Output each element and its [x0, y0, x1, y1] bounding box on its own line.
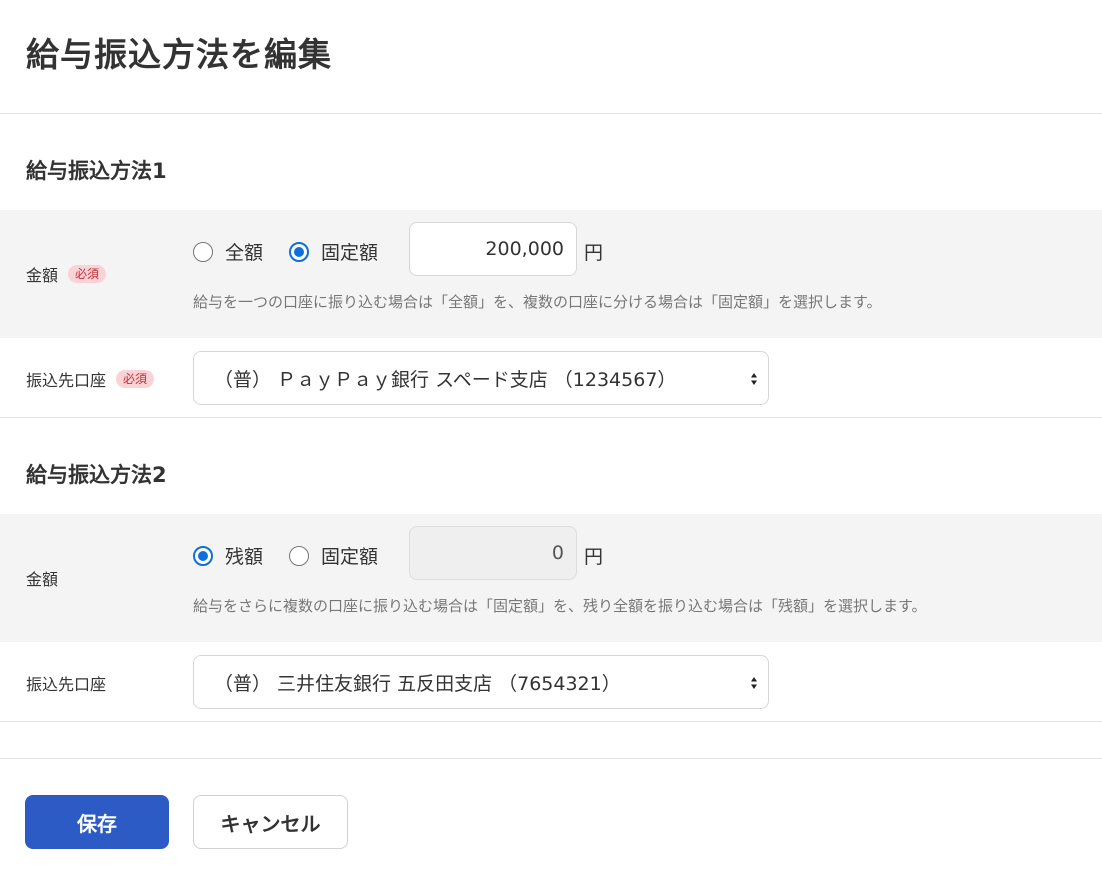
account-label-method-2: 振込先口座 — [26, 671, 106, 695]
radio-fixed-amount[interactable] — [289, 545, 310, 566]
radio-full-amount[interactable] — [193, 241, 213, 262]
up-down-arrows-icon — [751, 373, 757, 385]
radio-option-remaining-amount[interactable]: 残額 — [193, 542, 263, 569]
account-label-text: 振込先口座 — [26, 371, 107, 390]
account-label-text: 振込先口座 — [26, 675, 107, 694]
account-select-value-1: （普） ＰａｙＰａｙ銀行 スペード支店 （1234567） — [214, 368, 677, 391]
footer-divider — [0, 758, 1102, 759]
radio-option-fixed-amount[interactable]: 固定額 — [289, 542, 378, 569]
radio-option-full-amount[interactable]: 全額 — [193, 238, 263, 265]
radio-label-remaining-amount: 残額 — [225, 546, 264, 568]
currency-unit-1: 円 — [584, 242, 604, 264]
account-row-method-1: 振込先口座 必須 （普） ＰａｙＰａｙ銀行 スペード支店 （1234567） — [0, 338, 1102, 417]
amount-help-text-1: 給与を一つの口座に振り込む場合は「全額」を、複数の口座に分ける場合は「固定額」を… — [193, 293, 882, 311]
section-divider — [0, 721, 1102, 722]
amount-help-text-2: 給与をさらに複数の口座に振り込む場合は「固定額」を、残り全額を振り込む場合は「残… — [193, 597, 927, 615]
save-button[interactable]: 保存 — [25, 795, 169, 849]
amount-type-radio-group-2: 残額 固定額 — [193, 542, 404, 569]
radio-label-fixed-amount: 固定額 — [321, 242, 379, 264]
section-divider — [0, 417, 1102, 418]
radio-label-fixed-amount: 固定額 — [321, 546, 379, 568]
fixed-amount-input-1[interactable]: 200,000 — [409, 222, 577, 276]
amount-label-method-1: 金額 必須 — [26, 262, 107, 286]
section-title-method-2: 給与振込方法2 — [26, 463, 167, 487]
amount-label-text: 金額 — [26, 266, 59, 285]
amount-label-method-2: 金額 — [26, 566, 58, 590]
required-badge: 必須 — [116, 370, 155, 388]
account-row-method-2: 振込先口座 （普） 三井住友銀行 五反田支店 （7654321） — [0, 642, 1102, 721]
amount-row-method-1: 金額 必須 全額 固定額 200,000 円 給与を一つの口座に振り込む場合は「… — [0, 210, 1102, 338]
account-select-value-2: （普） 三井住友銀行 五反田支店 （7654321） — [214, 672, 621, 695]
amount-row-method-2: 金額 残額 固定額 0 円 給与をさらに複数の口座に振り込む場合は「固定額」を、… — [0, 514, 1102, 642]
account-select-1[interactable]: （普） ＰａｙＰａｙ銀行 スペード支店 （1234567） — [193, 351, 769, 405]
required-badge: 必須 — [68, 265, 107, 283]
amount-type-radio-group-1: 全額 固定額 — [193, 238, 404, 265]
radio-fixed-amount[interactable] — [289, 241, 310, 262]
header-divider — [0, 113, 1102, 114]
amount-label-text: 金額 — [26, 570, 59, 589]
radio-option-fixed-amount[interactable]: 固定額 — [289, 238, 378, 265]
page-title: 給与振込方法を編集 — [26, 35, 332, 74]
cancel-button[interactable]: キャンセル — [193, 795, 348, 849]
up-down-arrows-icon — [751, 677, 757, 689]
fixed-amount-input-2[interactable]: 0 — [409, 526, 577, 580]
radio-label-full-amount: 全額 — [225, 242, 264, 264]
currency-unit-2: 円 — [584, 546, 604, 568]
account-select-2[interactable]: （普） 三井住友銀行 五反田支店 （7654321） — [193, 655, 769, 709]
radio-remaining-amount[interactable] — [193, 545, 213, 566]
account-label-method-1: 振込先口座 必須 — [26, 367, 155, 391]
section-title-method-1: 給与振込方法1 — [26, 159, 167, 183]
